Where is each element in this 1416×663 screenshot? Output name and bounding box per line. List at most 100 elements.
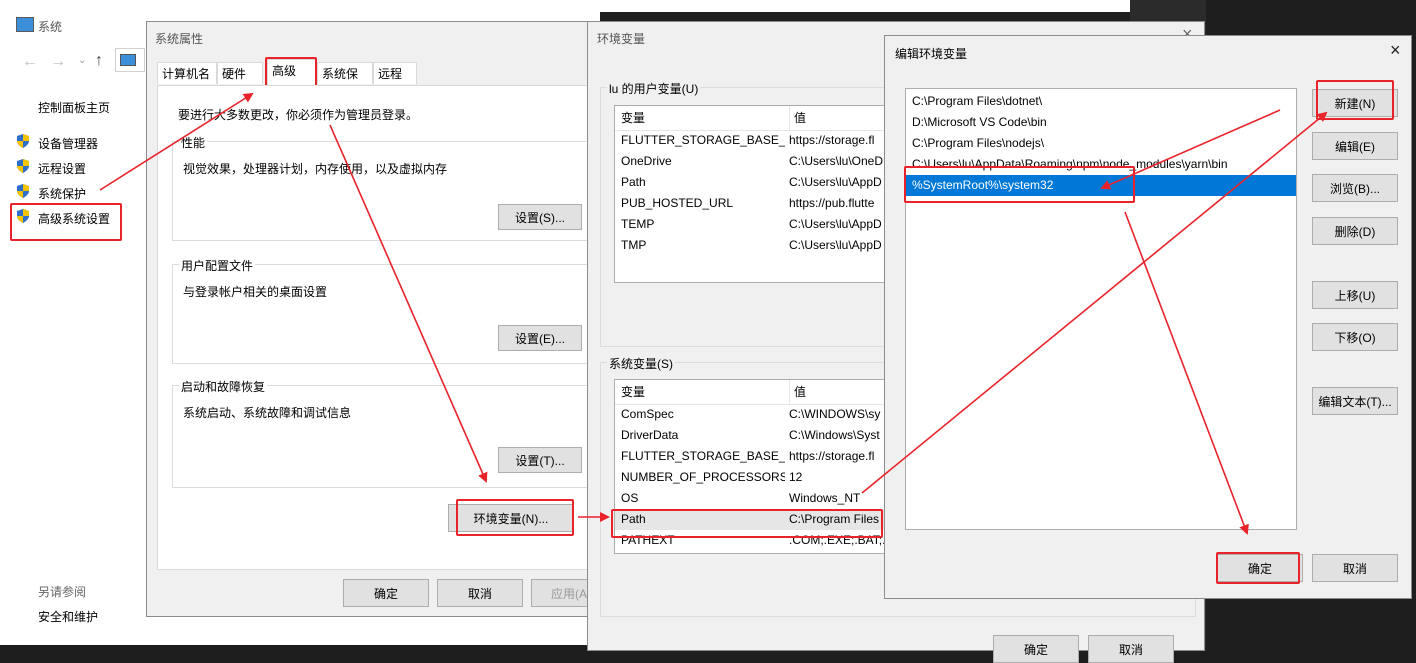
edit-env-title: 编辑环境变量	[895, 47, 968, 61]
delete-button[interactable]: 删除(D)	[1312, 217, 1398, 245]
list-row[interactable]: ComSpec C:\WINDOWS\sy	[615, 404, 903, 425]
path-entry-text: D:\Microsoft VS Code\bin	[912, 115, 1047, 129]
startup-recovery-desc: 系统启动、系统故障和调试信息	[183, 406, 352, 420]
variable-name: PUB_HOSTED_URL	[621, 196, 734, 210]
variable-value: C:\Users\lu\OneD	[789, 154, 884, 168]
close-icon[interactable]: ×	[1390, 40, 1401, 61]
remote-settings-link[interactable]: 远程设置	[38, 160, 86, 177]
system-list-header: 变量 值	[615, 380, 903, 405]
variable-value: https://storage.fl	[789, 449, 875, 463]
admin-note: 要进行大多数更改，你必须作为管理员登录。	[178, 108, 419, 122]
list-row[interactable]: DriverData C:\Windows\Syst	[615, 425, 903, 446]
system-protection-link[interactable]: 系统保护	[38, 185, 86, 202]
highlight-env-vars-button	[456, 499, 574, 536]
performance-group: 性能 视觉效果，处理器计划，内存使用，以及虚拟内存 设置(S)...	[172, 134, 592, 241]
dropdown-chevron-icon[interactable]: ⌄	[78, 55, 86, 66]
device-manager-link[interactable]: 设备管理器	[38, 135, 98, 152]
tab-system-protection[interactable]: 系统保护	[317, 62, 373, 103]
variable-value: https://pub.flutte	[789, 196, 875, 210]
env-vars-title: 环境变量	[597, 32, 646, 46]
address-bar[interactable]	[115, 48, 145, 72]
column-header-variable[interactable]: 变量	[621, 106, 645, 130]
variable-name: NUMBER_OF_PROCESSORS	[621, 470, 785, 484]
user-list-header: 变量 值	[615, 106, 903, 131]
user-variables-label: lu 的用户变量(U)	[607, 80, 701, 97]
list-row[interactable]: OneDrive C:\Users\lu\OneD	[615, 151, 903, 172]
column-header-variable[interactable]: 变量	[621, 380, 645, 404]
edit-text-button[interactable]: 编辑文本(T)...	[1312, 387, 1398, 415]
edit-cancel-button[interactable]: 取消	[1312, 554, 1398, 582]
variable-name: OS	[621, 491, 639, 505]
back-arrow-icon[interactable]: ←	[22, 53, 38, 71]
cancel-button[interactable]: 取消	[437, 579, 523, 607]
column-header-value[interactable]: 值	[789, 380, 806, 404]
variable-name: FLUTTER_STORAGE_BASE_...	[621, 133, 785, 147]
variable-name: DriverData	[621, 428, 679, 442]
startup-recovery-settings-button[interactable]: 设置(T)...	[498, 447, 582, 473]
list-row[interactable]: NUMBER_OF_PROCESSORS 12	[615, 467, 903, 488]
list-row[interactable]: D:\Microsoft VS Code\bin	[906, 112, 1296, 133]
variable-name: TEMP	[621, 217, 655, 231]
shield-icon	[16, 184, 30, 198]
browse-button[interactable]: 浏览(B)...	[1312, 174, 1398, 202]
path-entry-text: C:\Program Files\nodejs\	[912, 136, 1045, 150]
list-row[interactable]: PUB_HOSTED_URL https://pub.flutte	[615, 193, 903, 214]
shield-icon	[16, 159, 30, 173]
edit-env-var-dialog: 编辑环境变量 × C:\Program Files\dotnet\ D:\Micr…	[884, 35, 1412, 599]
variable-value: https://storage.fl	[789, 133, 875, 147]
shield-icon	[16, 134, 30, 148]
user-variables-list[interactable]: 变量 值 FLUTTER_STORAGE_BASE_... https://sto…	[614, 105, 904, 283]
performance-settings-button[interactable]: 设置(S)...	[498, 204, 582, 230]
highlight-path-row	[611, 509, 883, 538]
list-row[interactable]: FLUTTER_STORAGE_BASE_... https://storage.…	[615, 446, 903, 467]
list-row[interactable]: Path C:\Users\lu\AppD	[615, 172, 903, 193]
user-profiles-label: 用户配置文件	[179, 257, 256, 274]
variable-name: TMP	[621, 238, 647, 252]
security-maintenance-link[interactable]: 安全和维护	[38, 608, 98, 625]
computer-icon	[120, 54, 136, 66]
see-also-label: 另请参阅	[38, 585, 87, 599]
tab-hardware[interactable]: 硬件	[217, 62, 263, 84]
list-row[interactable]: OS Windows_NT	[615, 488, 903, 509]
system-properties-dialog: 系统属性 计算机名 硬件 高级 系统保护 远程 要进行大多数更改，你必须作为管理…	[146, 21, 607, 617]
user-profiles-settings-button[interactable]: 设置(E)...	[498, 325, 582, 351]
background-window-strip	[600, 0, 1130, 12]
env-cancel-button[interactable]: 取消	[1088, 635, 1174, 663]
tab-remote[interactable]: 远程	[373, 62, 417, 84]
variable-value: C:\Users\lu\AppD	[789, 175, 882, 189]
move-up-button[interactable]: 上移(U)	[1312, 281, 1398, 309]
list-row[interactable]: TEMP C:\Users\lu\AppD	[615, 214, 903, 235]
list-row[interactable]: C:\Program Files\dotnet\	[906, 91, 1296, 112]
startup-recovery-label: 启动和故障恢复	[179, 378, 268, 395]
edit-button[interactable]: 编辑(E)	[1312, 132, 1398, 160]
startup-recovery-group: 启动和故障恢复 系统启动、系统故障和调试信息 设置(T)...	[172, 378, 592, 488]
variable-value: C:\Windows\Syst	[789, 428, 880, 442]
variable-name: Path	[621, 175, 646, 189]
variable-value: Windows_NT	[789, 491, 861, 505]
column-header-value[interactable]: 值	[789, 106, 806, 130]
system-variables-label: 系统变量(S)	[607, 355, 675, 372]
variable-value: 12	[789, 470, 803, 484]
path-entries-list[interactable]: C:\Program Files\dotnet\ D:\Microsoft VS …	[905, 88, 1297, 530]
ok-button[interactable]: 确定	[343, 579, 429, 607]
forward-arrow-icon[interactable]: →	[50, 53, 66, 71]
list-row[interactable]: C:\Program Files\nodejs\	[906, 133, 1296, 154]
env-ok-button[interactable]: 确定	[993, 635, 1079, 663]
performance-desc: 视觉效果，处理器计划，内存使用，以及虚拟内存	[183, 162, 448, 176]
system-window-icon	[16, 17, 34, 32]
tab-computer-name[interactable]: 计算机名	[157, 62, 217, 84]
variable-name: OneDrive	[621, 154, 672, 168]
performance-label: 性能	[179, 134, 208, 151]
highlight-advanced-settings	[10, 203, 122, 241]
highlight-new-entry	[904, 166, 1135, 203]
variable-value: C:\WINDOWS\sy	[789, 407, 881, 421]
list-row[interactable]: TMP C:\Users\lu\AppD	[615, 235, 903, 256]
list-row[interactable]: FLUTTER_STORAGE_BASE_... https://storage.…	[615, 130, 903, 151]
move-down-button[interactable]: 下移(O)	[1312, 323, 1398, 351]
path-entry-text: C:\Program Files\dotnet\	[912, 94, 1043, 108]
up-arrow-icon[interactable]: ↑	[95, 52, 103, 70]
variable-value: C:\Users\lu\AppD	[789, 238, 882, 252]
system-properties-title: 系统属性	[155, 32, 204, 46]
control-panel-home-link[interactable]: 控制面板主页	[38, 99, 110, 116]
variable-name: FLUTTER_STORAGE_BASE_...	[621, 449, 785, 463]
